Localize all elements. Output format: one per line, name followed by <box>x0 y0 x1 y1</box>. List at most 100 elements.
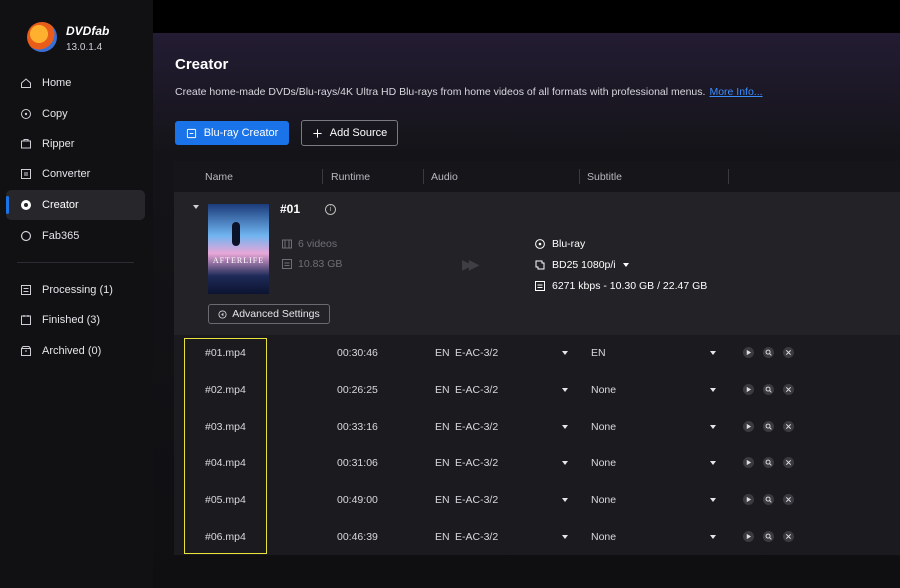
disc-size-icon <box>535 260 545 270</box>
subtitle-value: None <box>591 494 617 507</box>
fab365-icon <box>20 230 32 242</box>
audio-dropdown-icon[interactable] <box>562 461 568 466</box>
audio-dropdown-icon[interactable] <box>562 535 568 539</box>
audio-codec: E-AC-3/2 <box>455 347 499 359</box>
file-row[interactable]: #05.mp4 00:49:00 EN E-AC-3/2 None <box>174 482 900 519</box>
search-icon[interactable] <box>763 383 774 395</box>
play-icon[interactable] <box>743 347 754 358</box>
source-poster: AFTERLIFE <box>208 204 269 294</box>
more-info-link[interactable]: More Info... <box>709 86 762 98</box>
file-row[interactable]: #02.mp4 00:26:25 EN E-AC-3/2 None <box>174 372 900 409</box>
sidebar-item-converter[interactable]: Converter <box>6 159 145 189</box>
output-bitrate: 6271 kbps - 10.30 GB / 22.47 GB <box>535 280 707 292</box>
sidebar-item-ripper[interactable]: Ripper <box>6 129 145 159</box>
audio-codec: E-AC-3/2 <box>455 494 499 507</box>
sidebar-item-finished[interactable]: Finished (3) <box>6 305 145 335</box>
file-name: #03.mp4 <box>205 420 246 433</box>
subtitle-value: EN <box>591 347 606 359</box>
audio-dropdown-icon[interactable] <box>562 387 568 392</box>
column-separator <box>728 169 729 184</box>
finished-icon <box>20 314 32 326</box>
advanced-settings-button[interactable]: Advanced Settings <box>208 304 330 324</box>
add-source-label: Add Source <box>329 127 388 139</box>
audio-codec: E-AC-3/2 <box>455 531 499 543</box>
file-runtime: 00:30:46 <box>337 347 378 359</box>
sidebar-item-label: Converter <box>42 168 91 180</box>
search-icon[interactable] <box>763 457 774 469</box>
info-icon[interactable]: i <box>325 204 336 215</box>
sidebar-item-processing[interactable]: Processing (1) <box>6 275 145 305</box>
creator-icon <box>20 199 32 211</box>
sidebar-item-archived[interactable]: Archived (0) <box>6 336 145 366</box>
audio-dropdown-icon[interactable] <box>562 498 568 503</box>
search-icon[interactable] <box>763 494 774 506</box>
page-description: Create home-made DVDs/Blu-rays/4K Ultra … <box>175 86 763 98</box>
file-name: #01.mp4 <box>205 347 246 359</box>
play-icon[interactable] <box>743 383 754 395</box>
file-row[interactable]: #01.mp4 00:30:46 EN E-AC-3/2 EN <box>174 335 900 372</box>
sidebar-item-label: Home <box>42 77 72 89</box>
search-icon[interactable] <box>763 420 774 432</box>
sidebar-item-copy[interactable]: Copy <box>6 99 145 129</box>
file-name: #02.mp4 <box>205 383 246 396</box>
poster-figure <box>232 222 240 246</box>
file-name: #06.mp4 <box>205 531 246 543</box>
close-icon[interactable] <box>783 420 794 432</box>
storage-icon <box>282 259 292 269</box>
column-header-name: Name <box>205 171 234 183</box>
advanced-settings-label: Advanced Settings <box>232 308 320 320</box>
file-runtime: 00:26:25 <box>337 383 378 396</box>
close-icon[interactable] <box>783 383 794 395</box>
sidebar-item-creator[interactable]: Creator <box>6 190 145 220</box>
sidebar-item-home[interactable]: Home <box>6 68 145 98</box>
audio-dropdown-icon[interactable] <box>562 351 568 355</box>
collapse-caret-icon[interactable] <box>193 205 199 209</box>
subtitle-dropdown-icon[interactable] <box>710 498 716 503</box>
brand-name: DVDfab <box>66 24 110 38</box>
file-name: #04.mp4 <box>205 457 246 470</box>
subtitle-dropdown-icon[interactable] <box>710 461 716 466</box>
close-icon[interactable] <box>783 494 794 506</box>
subtitle-dropdown-icon[interactable] <box>710 351 716 355</box>
audio-codec: E-AC-3/2 <box>455 457 499 470</box>
close-icon[interactable] <box>783 347 794 358</box>
video-count-text: 6 videos <box>298 238 338 250</box>
output-format-text: Blu-ray <box>552 238 586 250</box>
output-disc-select[interactable]: BD25 1080p/i <box>535 259 629 271</box>
close-icon[interactable] <box>783 457 794 469</box>
home-icon <box>20 77 32 89</box>
column-separator <box>579 169 580 184</box>
app-version: 13.0.1.4 <box>66 42 103 53</box>
blu-ray-creator-button[interactable]: Blu-ray Creator <box>175 121 289 145</box>
close-icon[interactable] <box>783 531 794 542</box>
file-name: #05.mp4 <box>205 494 246 507</box>
description-text: Create home-made DVDs/Blu-rays/4K Ultra … <box>175 86 706 98</box>
add-source-button[interactable]: Add Source <box>301 120 398 146</box>
active-indicator <box>6 196 9 214</box>
search-icon[interactable] <box>763 531 774 542</box>
play-icon[interactable] <box>743 420 754 432</box>
play-icon[interactable] <box>743 531 754 542</box>
processing-icon <box>20 284 32 296</box>
file-row[interactable]: #06.mp4 00:46:39 EN E-AC-3/2 None <box>174 519 900 556</box>
subtitle-dropdown-icon[interactable] <box>710 424 716 429</box>
audio-dropdown-icon[interactable] <box>562 424 568 429</box>
subtitle-dropdown-icon[interactable] <box>710 535 716 539</box>
play-icon[interactable] <box>743 494 754 506</box>
sidebar-item-fab365[interactable]: Fab365 <box>6 221 145 251</box>
sidebar: DVDfab 13.0.1.4 Home Copy Ripper Convert… <box>0 0 153 588</box>
file-row[interactable]: #03.mp4 00:33:16 EN E-AC-3/2 None <box>174 409 900 446</box>
output-disc-text: BD25 1080p/i <box>552 259 616 271</box>
search-icon[interactable] <box>763 347 774 358</box>
audio-language: EN <box>435 494 450 507</box>
play-icon[interactable] <box>743 457 754 469</box>
subtitle-dropdown-icon[interactable] <box>710 387 716 392</box>
convert-arrow-icon: ▶▶ <box>462 256 479 272</box>
column-header-subtitle: Subtitle <box>587 171 623 183</box>
file-runtime: 00:33:16 <box>337 420 378 433</box>
file-row[interactable]: #04.mp4 00:31:06 EN E-AC-3/2 None <box>174 445 900 482</box>
column-header-audio: Audio <box>431 171 458 183</box>
column-separator <box>322 169 323 184</box>
archived-icon <box>20 345 32 357</box>
output-format: Blu-ray <box>535 238 585 250</box>
